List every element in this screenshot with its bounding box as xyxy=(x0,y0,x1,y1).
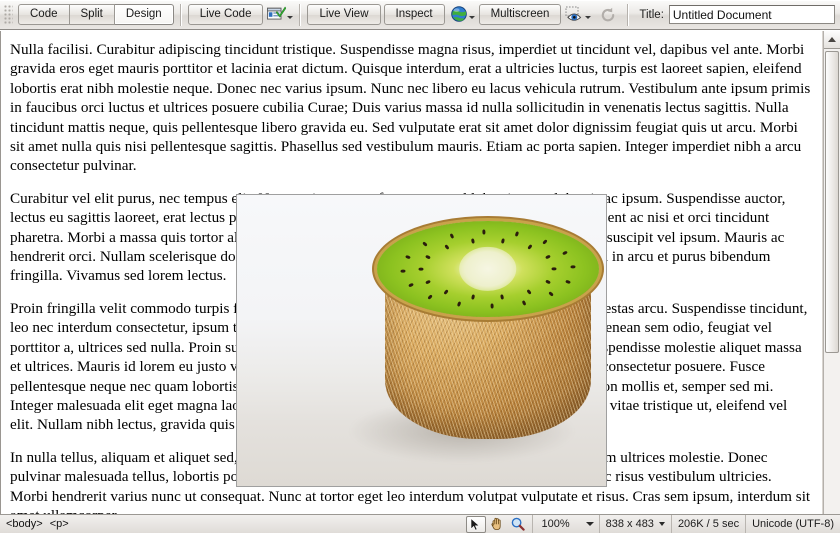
scrollbar-track[interactable] xyxy=(824,49,840,514)
vertical-scrollbar[interactable] xyxy=(823,31,840,514)
select-tool[interactable] xyxy=(466,515,487,533)
view-mode-code[interactable]: Code xyxy=(18,4,70,25)
multiscreen-button[interactable]: Multiscreen xyxy=(478,4,562,25)
design-view-canvas[interactable]: Nulla facilisi. Curabitur adipiscing tin… xyxy=(0,31,823,514)
eye-icon[interactable] xyxy=(565,4,592,26)
live-view-button[interactable]: Live View xyxy=(307,4,381,25)
title-label: Title: xyxy=(639,8,664,21)
kiwi-seeds xyxy=(377,221,598,317)
globe-dropdown-arrow[interactable] xyxy=(468,16,475,19)
zoom-select[interactable]: 100% xyxy=(532,514,598,533)
globe-icon-glyph xyxy=(450,6,467,22)
paragraph: Nulla facilisi. Curabitur adipiscing tin… xyxy=(10,41,811,175)
toolbar-drag-grip[interactable] xyxy=(4,4,13,25)
window-size-value: 838 x 483 xyxy=(605,518,654,530)
dreamweaver-window: Code Split Design Live Code Live View In… xyxy=(0,0,840,533)
encoding-indicator[interactable]: Unicode (UTF-8) xyxy=(745,514,840,533)
status-bar: <body> <p> 100% 838 x 483 206K / 5 sec U… xyxy=(0,514,840,533)
window-size-select[interactable]: 838 x 483 xyxy=(598,514,671,533)
hand-tool[interactable] xyxy=(487,516,507,533)
scrollbar-thumb[interactable] xyxy=(825,51,839,353)
toolbar-separator-1 xyxy=(179,3,182,26)
zoom-tool[interactable] xyxy=(508,516,528,533)
title-input[interactable] xyxy=(668,5,835,24)
chevron-up-icon xyxy=(828,37,836,42)
toolbar-separator-2 xyxy=(299,3,302,26)
browser-check-icon[interactable] xyxy=(267,4,294,26)
zoom-value: 100% xyxy=(541,518,570,530)
cursor-arrow-icon xyxy=(471,517,481,531)
toolbar-separator-3 xyxy=(627,3,630,26)
view-mode-design[interactable]: Design xyxy=(114,4,174,25)
view-mode-split[interactable]: Split xyxy=(69,4,115,25)
chevron-down-icon[interactable] xyxy=(585,522,594,526)
kiwi-fruit-photo[interactable] xyxy=(236,194,607,487)
document-size-value: 206K / 5 sec xyxy=(677,518,740,530)
chevron-down-icon[interactable] xyxy=(658,522,665,526)
kiwi-cut-face xyxy=(377,221,599,318)
browser-check-dropdown-arrow[interactable] xyxy=(287,16,294,19)
tag-selector-body[interactable]: <body> xyxy=(6,518,43,530)
document-size-indicator[interactable]: 206K / 5 sec xyxy=(670,514,745,533)
document-area: Nulla facilisi. Curabitur adipiscing tin… xyxy=(0,30,840,514)
tag-selector: <body> <p> xyxy=(0,518,75,530)
refresh-icon[interactable] xyxy=(595,4,621,26)
magnifier-icon xyxy=(512,517,526,531)
inspect-button[interactable]: Inspect xyxy=(383,4,445,25)
scroll-up-button[interactable] xyxy=(824,31,840,49)
document-toolbar: Code Split Design Live Code Live View In… xyxy=(0,0,840,30)
hand-icon xyxy=(491,517,502,530)
live-code-button[interactable]: Live Code xyxy=(187,4,264,25)
encoding-value: Unicode (UTF-8) xyxy=(752,518,834,530)
status-bar-tools xyxy=(466,515,532,533)
eye-icon-glyph xyxy=(565,6,582,21)
globe-icon[interactable] xyxy=(450,4,476,26)
eye-dropdown-arrow[interactable] xyxy=(585,16,592,19)
browser-check-icon-glyph xyxy=(267,5,287,20)
refresh-icon-glyph xyxy=(602,7,615,21)
view-mode-group: Code Split Design xyxy=(18,4,174,25)
tag-selector-p[interactable]: <p> xyxy=(50,518,69,530)
